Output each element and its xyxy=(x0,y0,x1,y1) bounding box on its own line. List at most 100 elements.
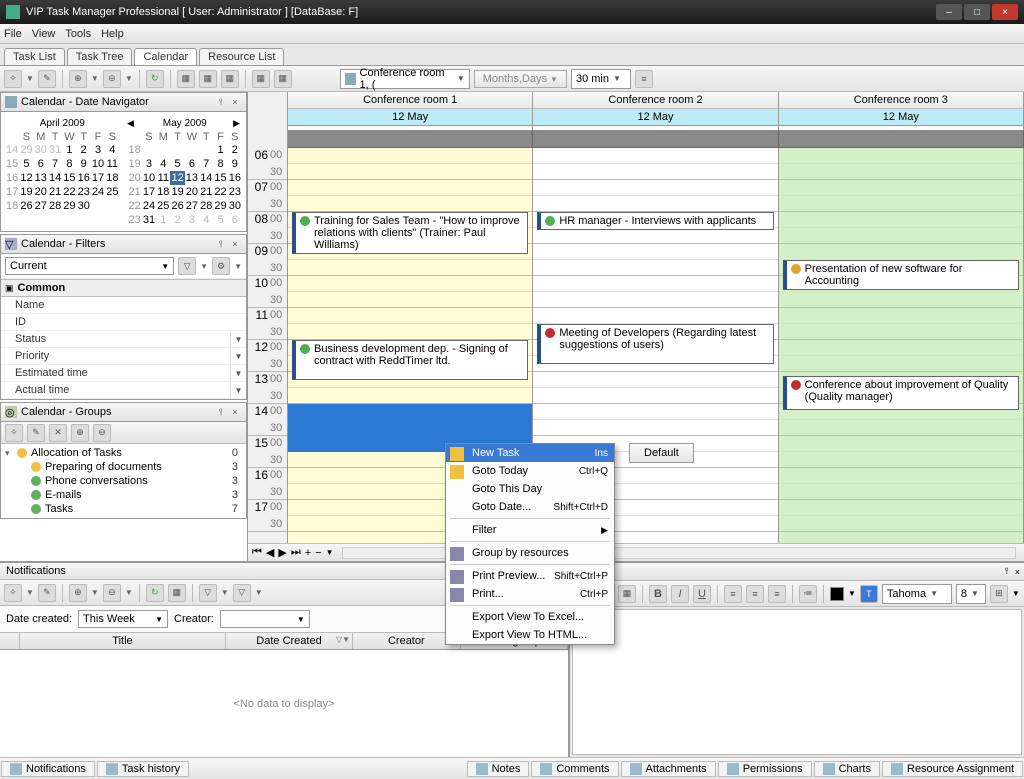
filter-dropdown-icon[interactable]: ▼ xyxy=(230,348,246,364)
context-menu-item[interactable]: Export View To HTML... xyxy=(446,626,614,644)
tab-resource-list[interactable]: Resource List xyxy=(199,48,284,65)
pin-icon[interactable]: ⫯ xyxy=(1005,566,1009,577)
calendar-day[interactable]: 2 xyxy=(77,143,91,157)
menu-help[interactable]: Help xyxy=(101,28,124,40)
group-tool-icon[interactable]: ✕ xyxy=(49,424,67,442)
calendar-day[interactable]: 18 xyxy=(105,171,119,185)
underline-icon[interactable]: U xyxy=(693,585,711,603)
first-icon[interactable]: ⏮ xyxy=(252,546,262,559)
tool-btn[interactable]: ✧ xyxy=(4,70,22,88)
menu-file[interactable]: File xyxy=(4,28,22,40)
calendar-day[interactable]: 16 xyxy=(77,171,91,185)
notif-tool-icon[interactable]: ⊖ xyxy=(103,584,121,602)
calendar-day[interactable]: 29 xyxy=(213,199,227,213)
list-icon[interactable]: ≔ xyxy=(799,585,817,603)
notif-tool-icon[interactable]: ▦ xyxy=(168,584,186,602)
calendar-day[interactable] xyxy=(185,143,199,157)
room-header[interactable]: Conference room 3 xyxy=(779,92,1023,109)
align-left-icon[interactable]: ≡ xyxy=(724,585,742,603)
italic-icon[interactable]: I xyxy=(671,585,689,603)
calendar-grid[interactable]: 0600300700300800300900301000301100301200… xyxy=(248,148,1024,543)
status-tab[interactable]: Notifications xyxy=(1,761,95,777)
calendar-day[interactable]: 2 xyxy=(228,143,242,157)
minimize-button[interactable]: – xyxy=(936,4,962,20)
close-button[interactable]: × xyxy=(992,4,1018,20)
remove-icon[interactable]: − xyxy=(315,547,321,559)
dropdown-icon[interactable]: ▼ xyxy=(26,74,34,83)
group-tool-icon[interactable]: ⊖ xyxy=(93,424,111,442)
calendar-day[interactable]: 28 xyxy=(48,199,62,213)
calendar-day[interactable]: 1 xyxy=(156,213,170,227)
calendar-day[interactable]: 27 xyxy=(185,199,199,213)
calendar-day[interactable]: 7 xyxy=(48,157,62,171)
calendar-day[interactable]: 5 xyxy=(170,157,184,171)
common-header[interactable]: ▣ Common xyxy=(1,279,246,297)
calendar-day[interactable]: 14 xyxy=(199,171,213,185)
calendar-day[interactable]: 21 xyxy=(48,185,62,199)
status-tab[interactable]: Comments xyxy=(531,761,618,777)
calendar-day[interactable]: 27 xyxy=(34,199,48,213)
calendar-day[interactable]: 14 xyxy=(48,171,62,185)
context-menu-item[interactable]: Print...Ctrl+P xyxy=(446,585,614,603)
filter-icon[interactable]: ▽ xyxy=(199,584,217,602)
filter-icon[interactable]: ▽ xyxy=(233,584,251,602)
calendar-day[interactable]: 29 xyxy=(19,143,33,157)
group-tree-item[interactable]: Preparing of documents3 xyxy=(5,460,242,474)
calendar-day[interactable]: 25 xyxy=(156,199,170,213)
calendar-day[interactable]: 9 xyxy=(228,157,242,171)
group-tool-icon[interactable]: ⊕ xyxy=(71,424,89,442)
last-icon[interactable]: ⏭ xyxy=(291,546,301,559)
context-menu-item[interactable]: Goto This Day xyxy=(446,480,614,498)
calendar-day[interactable]: 19 xyxy=(19,185,33,199)
calendar-day[interactable]: 31 xyxy=(48,143,62,157)
calendar-day[interactable]: 16 xyxy=(228,171,242,185)
creator-combo[interactable]: ▼ xyxy=(220,610,310,628)
tab-calendar[interactable]: Calendar xyxy=(134,48,197,65)
calendar-day[interactable]: 4 xyxy=(199,213,213,227)
editor-area[interactable] xyxy=(572,609,1022,755)
calendar-day[interactable]: 3 xyxy=(185,213,199,227)
calendar-event[interactable]: Business development dep. - Signing of c… xyxy=(292,340,528,380)
context-menu-item[interactable]: Goto TodayCtrl+Q xyxy=(446,462,614,480)
color-swatch[interactable] xyxy=(830,587,844,601)
calendar-day[interactable]: 11 xyxy=(105,157,119,171)
room-header[interactable]: Conference room 1 xyxy=(288,92,532,109)
calendar-day[interactable] xyxy=(142,143,156,157)
calendar-day[interactable]: 9 xyxy=(77,157,91,171)
calendar-day[interactable]: 12 xyxy=(19,171,33,185)
calendar-day[interactable]: 23 xyxy=(128,213,142,227)
room-column[interactable]: Presentation of new software for Account… xyxy=(779,148,1024,543)
filter-dropdown-icon[interactable]: ▼ xyxy=(230,382,246,398)
calendar-day[interactable]: 15 xyxy=(213,171,227,185)
calendar-day[interactable]: 16 xyxy=(5,171,19,185)
pin-icon[interactable]: ⫯ xyxy=(214,237,228,251)
bold-icon[interactable]: B xyxy=(649,585,667,603)
calendar-day[interactable]: 18 xyxy=(5,199,19,213)
status-tab[interactable]: Notes xyxy=(467,761,530,777)
notif-tool-icon[interactable]: ⊕ xyxy=(69,584,87,602)
default-button[interactable]: Default xyxy=(629,443,694,463)
room-header[interactable]: Conference room 2 xyxy=(533,92,777,109)
menu-tools[interactable]: Tools xyxy=(65,28,91,40)
context-menu-item[interactable]: Print Preview...Shift+Ctrl+P xyxy=(446,567,614,585)
group-tree-item[interactable]: E-mails3 xyxy=(5,488,242,502)
resource-combo[interactable]: Conference room 1, ( ▼ xyxy=(340,69,470,89)
tab-task-list[interactable]: Task List xyxy=(4,48,65,65)
tool-btn[interactable]: ▦ xyxy=(177,70,195,88)
calendar-day[interactable]: 8 xyxy=(213,157,227,171)
calendar-day[interactable]: 17 xyxy=(91,171,105,185)
dropdown-icon[interactable]: ▼ xyxy=(125,74,133,83)
calendar-day[interactable]: 3 xyxy=(91,143,105,157)
group-tree-item[interactable]: Tasks7 xyxy=(5,502,242,516)
calendar-day[interactable]: 30 xyxy=(228,199,242,213)
calendar-day[interactable]: 8 xyxy=(62,157,76,171)
calendar-event[interactable]: Conference about improvement of Quality … xyxy=(783,376,1019,410)
calendar-day[interactable]: 26 xyxy=(170,199,184,213)
calendar-day[interactable]: 12 xyxy=(170,171,184,185)
calendar-day[interactable]: 5 xyxy=(213,213,227,227)
col-date-created[interactable]: Date Created▽▼ xyxy=(226,633,353,649)
calendar-day[interactable]: 31 xyxy=(142,213,156,227)
calendar-day[interactable]: 11 xyxy=(156,171,170,185)
calendar-day[interactable]: 19 xyxy=(128,157,142,171)
context-menu-item[interactable]: Export View To Excel... xyxy=(446,608,614,626)
